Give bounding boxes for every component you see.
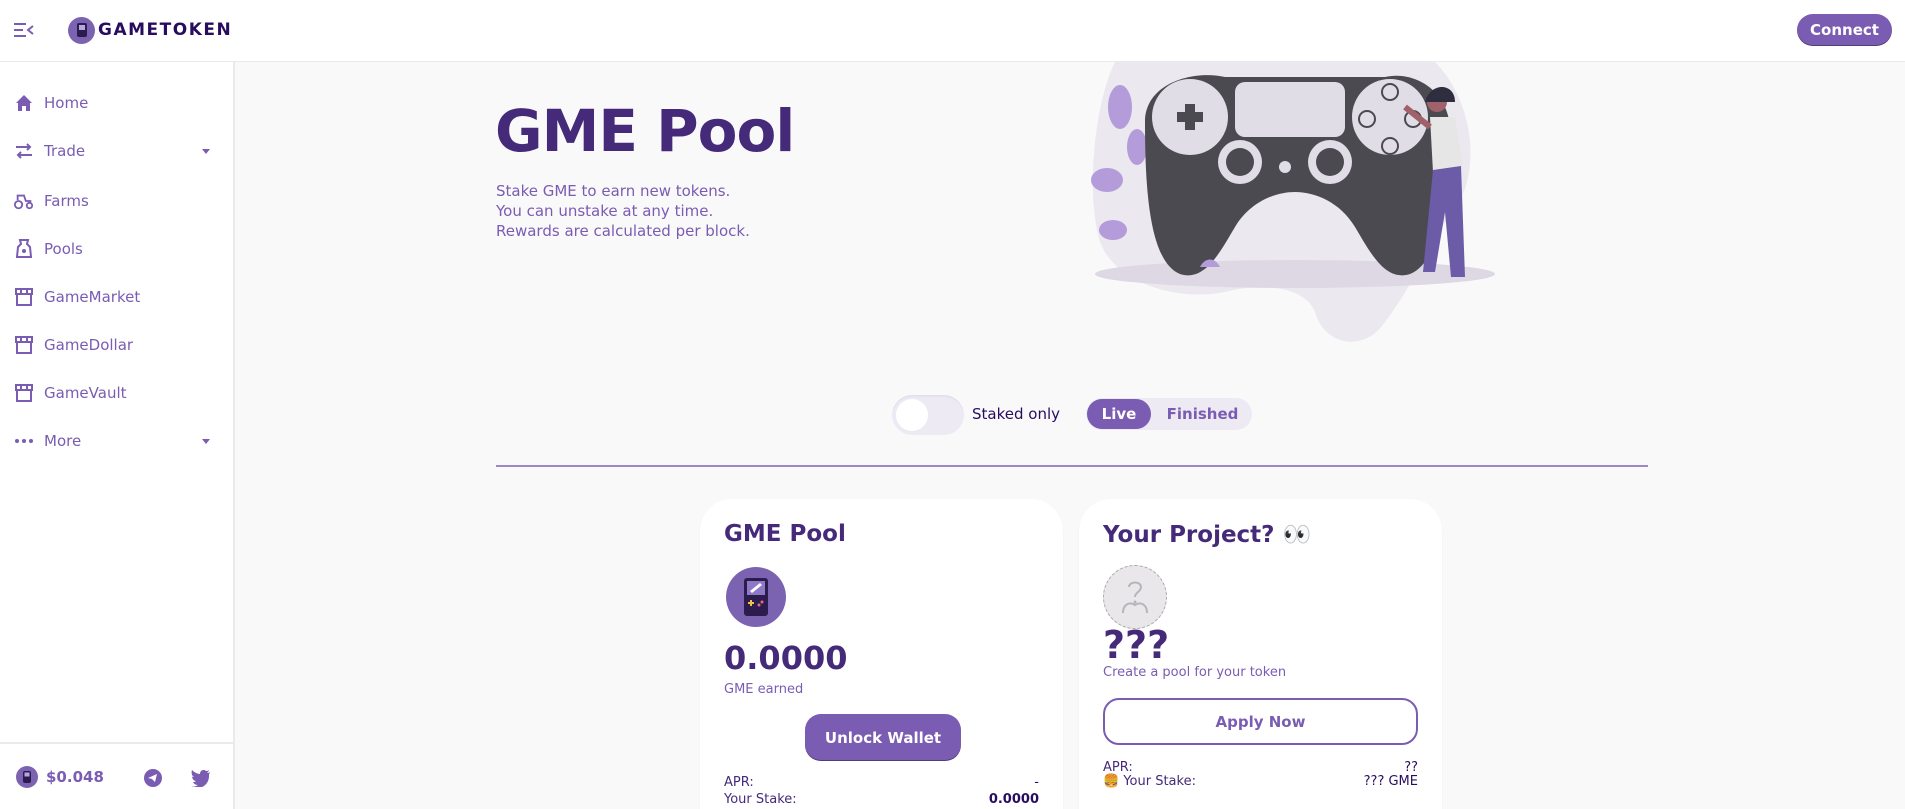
sidebar-item-label: Trade [44,142,86,160]
trade-arrows-icon [14,141,34,161]
apr-label: APR: [1103,760,1133,775]
telegram-icon[interactable] [143,768,163,788]
sidebar-item-label: More [44,432,82,450]
sidebar-item-home[interactable]: Home [0,79,233,127]
sidebar-item-label: Farms [44,192,89,210]
unknown-token-icon [1103,565,1167,629]
more-dots-icon [14,431,34,451]
sidebar-item-gamemarket[interactable]: GameMarket [0,273,233,321]
pool-card-title: GME Pool [724,521,846,547]
apr-label: APR: [724,775,754,790]
storefront-icon [14,287,34,307]
coming-soon-card: Your Project? 👀 ??? Create a pool for yo… [1079,499,1442,809]
sidebar-item-pools[interactable]: Pools [0,225,233,273]
sidebar: Home Trade Farms Pools GameMarket GameDo… [0,62,235,809]
sidebar-item-label: Pools [44,240,83,258]
top-bar: GAMETOKEN Connect [0,0,1905,62]
apply-now-button[interactable]: Apply Now [1103,698,1418,745]
sidebar-footer: $0.048 [0,742,233,809]
apr-value: - [1034,775,1039,790]
your-stake-value: 0.0000 [988,792,1039,807]
token-coin-icon [16,766,38,788]
staked-only-toggle[interactable] [892,395,964,435]
earned-value: 0.0000 [724,639,848,677]
your-stake-label: 🍔 Your Stake: [1103,774,1196,789]
tractor-icon [14,191,34,211]
hero-description-line: Rewards are calculated per block. [496,222,750,240]
earned-label: GME earned [724,682,804,697]
page-title: GME Pool [495,97,795,165]
tab-finished[interactable]: Finished [1155,399,1250,429]
twitter-icon[interactable] [191,768,211,788]
toggle-knob [896,399,928,431]
pool-card: GME Pool 0.0000 GME earned Unlock Wallet… [700,499,1063,809]
sidebar-item-more[interactable]: More [0,417,233,465]
token-price-value: $0.048 [46,768,104,786]
logo[interactable]: GAMETOKEN [68,16,233,44]
storefront-icon [14,335,34,355]
logo-text: GAMETOKEN [98,20,233,40]
pool-bag-icon [14,239,34,259]
connect-button[interactable]: Connect [1797,14,1892,46]
sidebar-item-gamevault[interactable]: GameVault [0,369,233,417]
sidebar-item-label: GameMarket [44,288,141,306]
hero-description-line: Stake GME to earn new tokens. [496,182,731,200]
sidebar-item-farms[interactable]: Farms [0,177,233,225]
sidebar-item-gamedollar[interactable]: GameDollar [0,321,233,369]
token-price[interactable]: $0.048 [16,766,104,788]
placeholder-value: ??? [1103,623,1170,667]
hero-description-line: You can unstake at any time. [496,202,714,220]
game-controller-illustration [1085,62,1505,347]
menu-collapse-icon[interactable] [14,21,34,39]
sidebar-item-label: Home [44,94,89,112]
handheld-console-icon [726,567,786,627]
staked-only-label: Staked only [972,405,1060,423]
storefront-icon [14,383,34,403]
chevron-down-icon [202,148,210,154]
coming-soon-subtitle: Create a pool for your token [1103,665,1287,680]
logo-coin-icon [68,16,95,44]
home-icon [14,93,34,113]
sidebar-item-trade[interactable]: Trade [0,127,233,175]
apr-value: ?? [1404,760,1418,775]
your-stake-label: Your Stake: [724,792,797,807]
tab-live[interactable]: Live [1087,399,1151,429]
chevron-down-icon [202,438,210,444]
unlock-wallet-button[interactable]: Unlock Wallet [805,714,961,761]
your-stake-value: ??? GME [1363,774,1418,789]
sidebar-item-label: GameDollar [44,336,134,354]
coming-soon-title: Your Project? 👀 [1103,522,1312,548]
sidebar-item-label: GameVault [44,384,127,402]
section-divider [496,465,1648,467]
